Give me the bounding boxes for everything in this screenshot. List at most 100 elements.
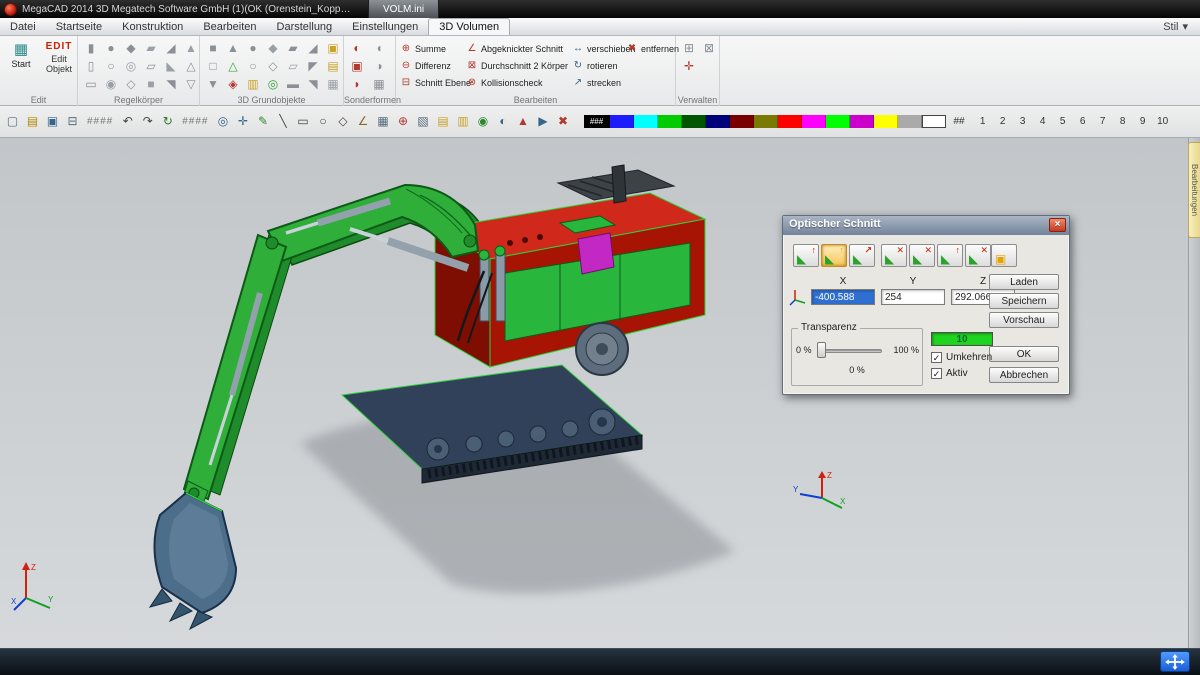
color-swatch[interactable] bbox=[898, 115, 922, 128]
menu-3d-volumen[interactable]: 3D Volumen bbox=[428, 18, 510, 35]
color-swatch[interactable] bbox=[754, 115, 778, 128]
umkehren-checkbox[interactable]: ✓ Umkehren bbox=[931, 352, 992, 363]
solid-primitive-icon[interactable]: ◆ bbox=[122, 40, 140, 57]
kollisionscheck-button[interactable]: ⊗Kollisionscheck bbox=[466, 75, 568, 90]
special-form-icon[interactable]: ▣ bbox=[348, 58, 366, 75]
line-icon[interactable]: ╲ bbox=[275, 113, 292, 130]
solid-primitive-icon[interactable]: ▭ bbox=[82, 76, 100, 93]
print-icon[interactable]: ⊟ bbox=[64, 113, 81, 130]
section-value-field[interactable]: 10 bbox=[931, 332, 993, 346]
pan-icon[interactable]: ✛ bbox=[235, 113, 252, 130]
level-number[interactable]: 6 bbox=[1073, 116, 1093, 127]
snap-icon[interactable]: ⊕ bbox=[395, 113, 412, 130]
section-plane-7-button[interactable]: ◣✕ bbox=[965, 244, 991, 267]
open-folder-icon[interactable]: ▤ bbox=[24, 113, 41, 130]
color-swatch[interactable] bbox=[634, 115, 658, 128]
level-number[interactable]: 1 bbox=[973, 116, 993, 127]
dialog-close-button[interactable]: × bbox=[1049, 218, 1066, 232]
rectangle-icon[interactable]: ▭ bbox=[295, 113, 312, 130]
special-form-icon[interactable]: ◐ bbox=[348, 40, 366, 57]
menu-konstruktion[interactable]: Konstruktion bbox=[112, 18, 193, 35]
color-swatch[interactable] bbox=[874, 115, 898, 128]
save-icon[interactable]: ▣ bbox=[44, 113, 61, 130]
abbrechen-button[interactable]: Abbrechen bbox=[989, 367, 1059, 383]
section-plane-4-button[interactable]: ◣✕ bbox=[881, 244, 907, 267]
bearbeitungen-side-tab[interactable]: Bearbeitungen bbox=[1188, 142, 1200, 238]
solid-primitive-icon[interactable]: ■ bbox=[142, 76, 160, 93]
transparenz-slider-track[interactable] bbox=[820, 349, 882, 353]
section-plane-5-button[interactable]: ◣✕ bbox=[909, 244, 935, 267]
solid-primitive-icon[interactable]: ○ bbox=[102, 58, 120, 75]
section-plane-2-button[interactable]: ◣↑ bbox=[821, 244, 847, 267]
base-object-icon[interactable]: ▼ bbox=[204, 76, 222, 93]
excavator-model[interactable] bbox=[90, 143, 750, 643]
level-number[interactable]: 9 bbox=[1133, 116, 1153, 127]
section-plane-3-button[interactable]: ◣↗ bbox=[849, 244, 875, 267]
group-icon[interactable]: ▧ bbox=[415, 113, 432, 130]
solid-primitive-icon[interactable]: ◢ bbox=[162, 40, 180, 57]
schnitt-ebene-button[interactable]: ⊟Schnitt Ebene bbox=[400, 75, 471, 90]
level-number[interactable]: 10 bbox=[1153, 116, 1173, 127]
base-object-icon[interactable]: ◢ bbox=[304, 40, 322, 57]
level-number[interactable]: 3 bbox=[1013, 116, 1033, 127]
base-object-icon[interactable]: △ bbox=[224, 58, 242, 75]
group-name-placeholder[interactable]: #### bbox=[182, 116, 208, 127]
solid-primitive-icon[interactable]: ◎ bbox=[122, 58, 140, 75]
solid-primitive-icon[interactable]: ◥ bbox=[162, 76, 180, 93]
verwalten-tool-icon[interactable]: ✛ bbox=[680, 58, 698, 75]
section-edit-button[interactable]: ▣ bbox=[991, 244, 1017, 267]
section-plane-1-button[interactable]: ◣↑ bbox=[793, 244, 819, 267]
layer-name-placeholder[interactable]: #### bbox=[87, 116, 113, 127]
solid-primitive-icon[interactable]: △ bbox=[182, 58, 200, 75]
x-input[interactable]: -400.588 bbox=[811, 289, 875, 305]
transparenz-slider-handle[interactable] bbox=[817, 342, 826, 358]
solid-primitive-icon[interactable]: ▽ bbox=[182, 76, 200, 93]
light-icon[interactable]: ◉ bbox=[475, 113, 492, 130]
layers-icon[interactable]: ▦ bbox=[375, 113, 392, 130]
special-form-icon[interactable]: ◑ bbox=[370, 58, 388, 75]
new-file-icon[interactable]: ▢ bbox=[4, 113, 21, 130]
view-icon[interactable]: ◐ bbox=[495, 113, 512, 130]
verwalten-tool-icon[interactable]: ⊞ bbox=[680, 40, 698, 57]
ok-button[interactable]: OK bbox=[989, 346, 1059, 362]
color-swatch[interactable] bbox=[730, 115, 754, 128]
base-object-icon[interactable]: ◥ bbox=[304, 76, 322, 93]
measure-icon[interactable]: ∠ bbox=[355, 113, 372, 130]
menu-datei[interactable]: Datei bbox=[0, 18, 46, 35]
section-plane-6-button[interactable]: ◣↑ bbox=[937, 244, 963, 267]
zoom-icon[interactable]: ◎ bbox=[215, 113, 232, 130]
solid-primitive-icon[interactable]: ▱ bbox=[142, 58, 160, 75]
color-swatch[interactable] bbox=[826, 115, 850, 128]
special-form-icon[interactable]: ◖ bbox=[370, 40, 388, 57]
solid-primitive-icon[interactable]: ● bbox=[102, 40, 120, 57]
base-object-icon[interactable]: ▥ bbox=[244, 76, 262, 93]
color-swatch[interactable] bbox=[850, 115, 874, 128]
y-input[interactable]: 254 bbox=[881, 289, 945, 305]
base-object-icon[interactable]: ◤ bbox=[304, 58, 322, 75]
color-swatch[interactable] bbox=[802, 115, 826, 128]
level-number[interactable]: 8 bbox=[1113, 116, 1133, 127]
base-object-icon[interactable]: ▤ bbox=[324, 58, 342, 75]
durchschnitt-2-koerper-button[interactable]: ⊠Durchschnitt 2 Körper bbox=[466, 58, 568, 73]
color-swatch[interactable] bbox=[658, 115, 682, 128]
pencil-icon[interactable]: ✎ bbox=[255, 113, 272, 130]
color-swatch[interactable] bbox=[922, 115, 946, 128]
solid-primitive-icon[interactable]: ◣ bbox=[162, 58, 180, 75]
document-tab[interactable]: VOLM.ini bbox=[368, 0, 439, 18]
base-object-icon[interactable]: ◇ bbox=[264, 58, 282, 75]
solid-primitive-icon[interactable]: ▰ bbox=[142, 40, 160, 57]
edit-objekt-button[interactable]: EDIT Edit Objekt bbox=[42, 41, 76, 74]
base-object-icon[interactable]: □ bbox=[204, 58, 222, 75]
base-object-icon[interactable]: ▲ bbox=[224, 40, 242, 57]
laden-button[interactable]: Laden bbox=[989, 274, 1059, 290]
color-swatch[interactable] bbox=[778, 115, 802, 128]
solid-primitive-icon[interactable]: ▲ bbox=[182, 40, 200, 57]
folder2-icon[interactable]: ▥ bbox=[455, 113, 472, 130]
base-object-icon[interactable]: ▬ bbox=[284, 76, 302, 93]
folder-icon[interactable]: ▤ bbox=[435, 113, 452, 130]
level-number[interactable]: 2 bbox=[993, 116, 1013, 127]
solid-primitive-icon[interactable]: ◇ bbox=[122, 76, 140, 93]
menu-darstellung[interactable]: Darstellung bbox=[267, 18, 343, 35]
base-object-icon[interactable]: ○ bbox=[244, 58, 262, 75]
entfernen-button[interactable]: ✖entfernen bbox=[626, 41, 679, 56]
